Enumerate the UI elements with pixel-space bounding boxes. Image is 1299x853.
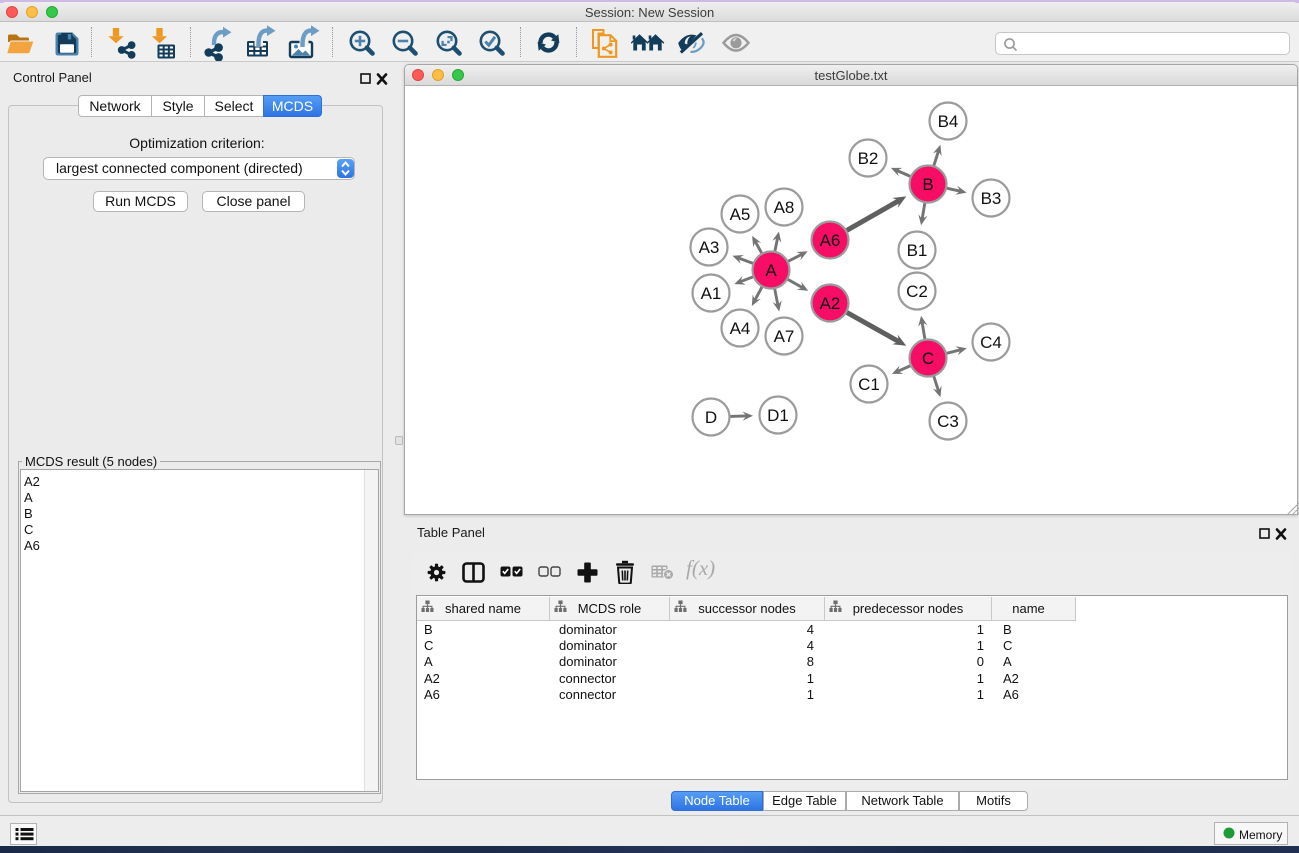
- svg-text:C4: C4: [980, 333, 1002, 352]
- svg-text:B4: B4: [938, 112, 959, 131]
- svg-text:C: C: [922, 349, 934, 368]
- svg-text:D1: D1: [767, 406, 789, 425]
- svg-text:A8: A8: [774, 198, 795, 217]
- svg-text:A7: A7: [774, 327, 795, 346]
- svg-text:C3: C3: [937, 412, 959, 431]
- svg-text:A5: A5: [730, 205, 751, 224]
- svg-text:A3: A3: [699, 238, 720, 257]
- svg-text:A2: A2: [820, 294, 841, 313]
- svg-text:A4: A4: [730, 319, 751, 338]
- svg-text:A6: A6: [820, 231, 841, 250]
- svg-text:B1: B1: [907, 241, 928, 260]
- svg-text:A1: A1: [701, 284, 722, 303]
- svg-text:C1: C1: [858, 375, 880, 394]
- svg-text:A: A: [765, 261, 777, 280]
- svg-text:B3: B3: [981, 189, 1002, 208]
- svg-text:C2: C2: [906, 282, 928, 301]
- svg-text:B2: B2: [858, 149, 879, 168]
- svg-text:B: B: [922, 175, 933, 194]
- svg-text:D: D: [705, 408, 717, 427]
